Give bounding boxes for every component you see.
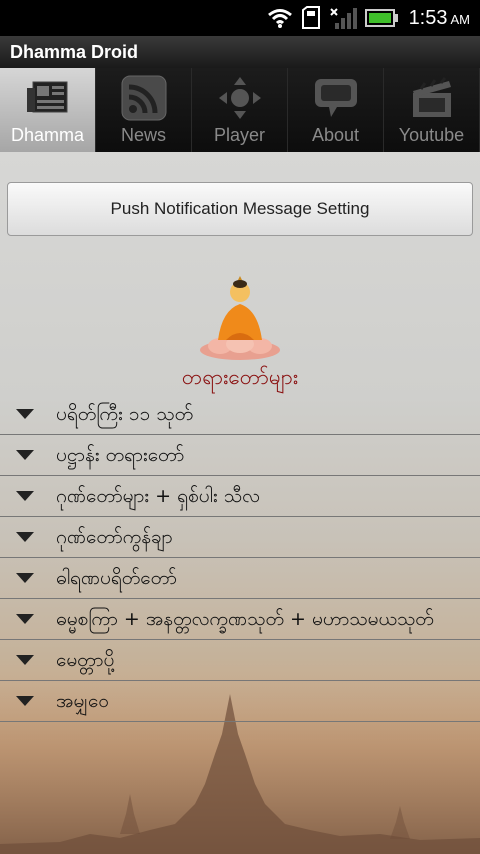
list-item[interactable]: ဓမ္မစကြာ + အနတ္တလက္ခဏသုတ် + မဟာသမယသုတ် (0, 599, 480, 640)
expand-arrow-icon (16, 696, 34, 706)
tab-player[interactable]: Player (192, 68, 288, 152)
tab-about[interactable]: About (288, 68, 384, 152)
tab-label: Youtube (398, 125, 465, 145)
list-item[interactable]: ဓါရဏပရိတ်တော် (0, 558, 480, 599)
tab-label: Player (213, 125, 266, 145)
app-title: Dhamma Droid (0, 36, 480, 68)
clapperboard-icon (408, 75, 456, 121)
expand-arrow-icon (16, 655, 34, 665)
dpad-icon (216, 75, 264, 121)
list-item-label: ဓါရဏပရိတ်တော် (56, 567, 177, 589)
dhamma-list: ပရိတ်ကြီး ၁၁ သုတ် ပဋ္ဌာန်း တရားတော် ဂုဏ်… (0, 394, 480, 722)
buddha-image (200, 276, 280, 360)
push-notification-button[interactable]: Push Notification Message Setting (7, 182, 473, 236)
wifi-icon (267, 9, 292, 28)
list-item[interactable]: အမျှဝေ (0, 681, 480, 722)
list-item-label: အမျှဝေ (56, 690, 110, 712)
tab-news[interactable]: News (96, 68, 192, 152)
tab-dhamma[interactable]: Dhamma (0, 68, 96, 152)
tab-bar: Dhamma News Player About Youtube (0, 68, 480, 154)
expand-arrow-icon (16, 532, 34, 542)
list-item-label: ဓမ္မစကြာ + အနတ္တလက္ခဏသုတ် + မဟာသမယသုတ် (56, 608, 434, 630)
signal-icon (329, 8, 357, 29)
rss-icon (120, 75, 168, 121)
list-item-label: ဂုဏ်တော်ကွန်ချာ (56, 526, 173, 548)
expand-arrow-icon (16, 573, 34, 583)
list-item[interactable]: ဂုဏ်တော်ကွန်ချာ (0, 517, 480, 558)
tab-label: Dhamma (10, 125, 85, 145)
list-item-label: ပဋ္ဌာန်း တရားတော် (56, 444, 185, 466)
newspaper-icon (24, 75, 72, 121)
tab-label: News (120, 125, 166, 145)
list-item-label: ပရိတ်ကြီး ၁၁ သုတ် (56, 403, 194, 425)
list-item[interactable]: ပဋ္ဌာန်း တရားတော် (0, 435, 480, 476)
tab-youtube[interactable]: Youtube (384, 68, 480, 152)
expand-arrow-icon (16, 614, 34, 624)
expand-arrow-icon (16, 491, 34, 501)
section-heading: တရားတော်များ (181, 365, 299, 389)
sd-card-icon (301, 6, 320, 29)
list-item-label: ဂုဏ်တော်များ + ရှစ်ပါး သီလ (56, 485, 260, 507)
content-area[interactable]: Push Notification Message Setting တရားတေ… (0, 152, 480, 854)
tab-label: About (311, 125, 360, 145)
list-item-label: မေတ္တာပို့ (56, 649, 115, 671)
list-item[interactable]: ဂုဏ်တော်များ + ရှစ်ပါး သီလ (0, 476, 480, 517)
list-item[interactable]: ပရိတ်ကြီး ၁၁ သုတ် (0, 394, 480, 435)
expand-arrow-icon (16, 409, 34, 419)
battery-icon (364, 9, 398, 27)
status-time: 1:53 AM (408, 6, 470, 29)
list-item[interactable]: မေတ္တာပို့ (0, 640, 480, 681)
speech-bubble-icon (312, 75, 360, 121)
status-bar: 1:53 AM (0, 0, 480, 36)
expand-arrow-icon (16, 450, 34, 460)
